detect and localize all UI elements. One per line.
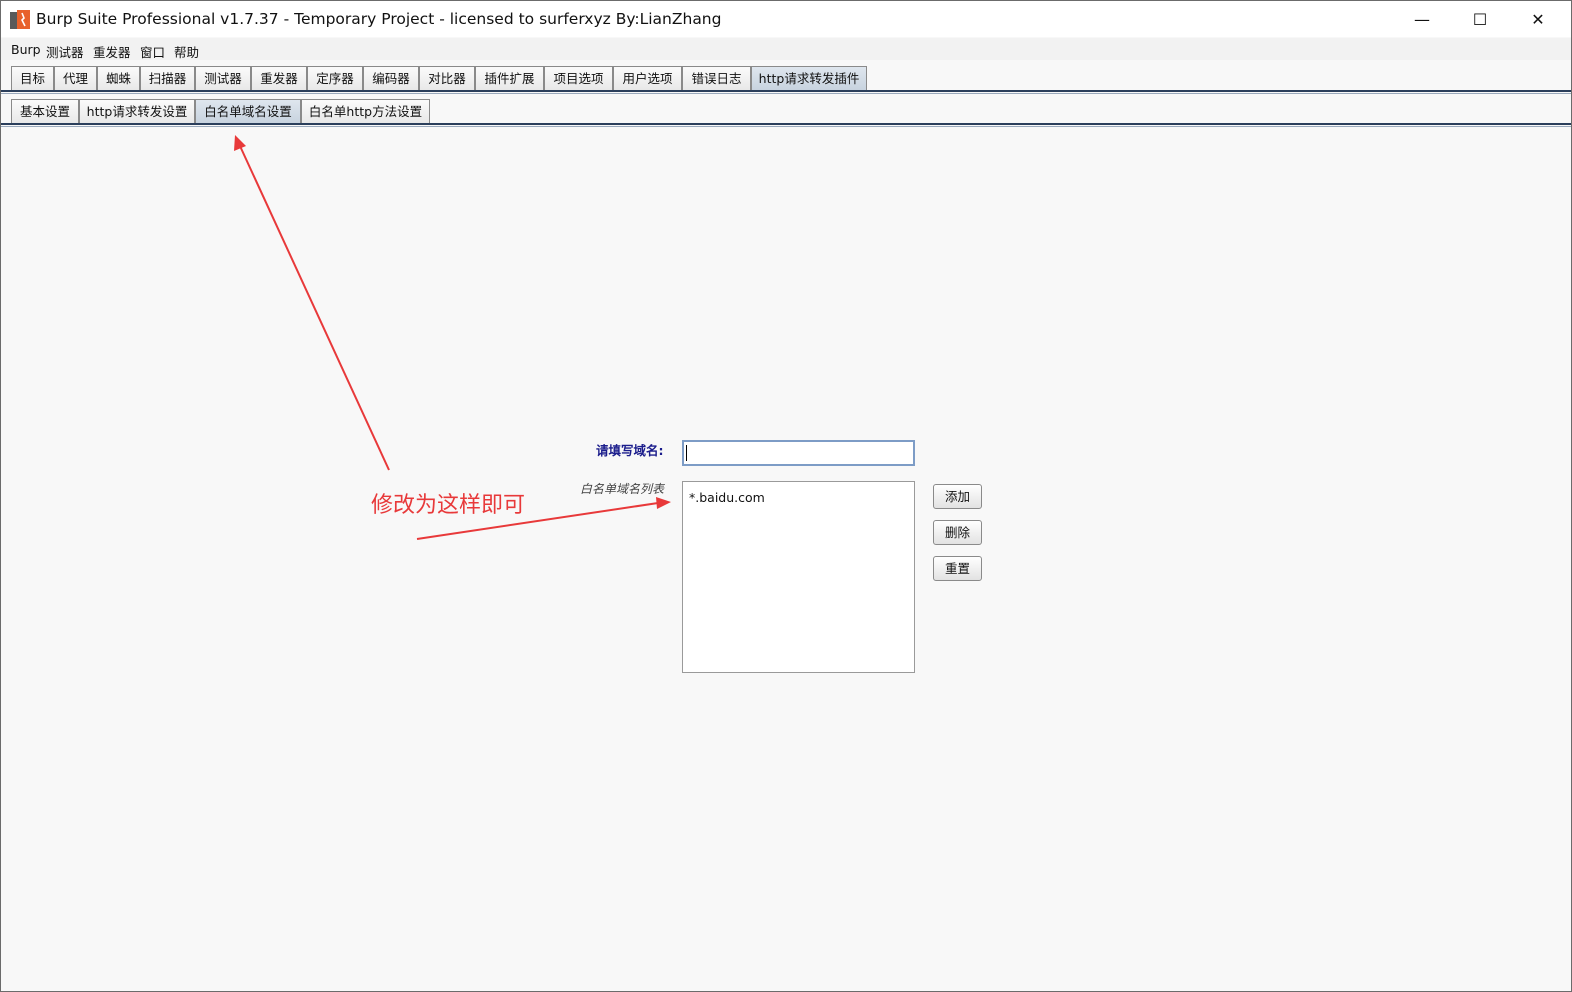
annotation-text: 修改为这样即可 [371,493,526,518]
arrow-head-right [656,497,671,509]
arrow-line-up [239,145,390,471]
annotation-arrows [234,135,671,540]
arrow-head-up [234,135,246,151]
